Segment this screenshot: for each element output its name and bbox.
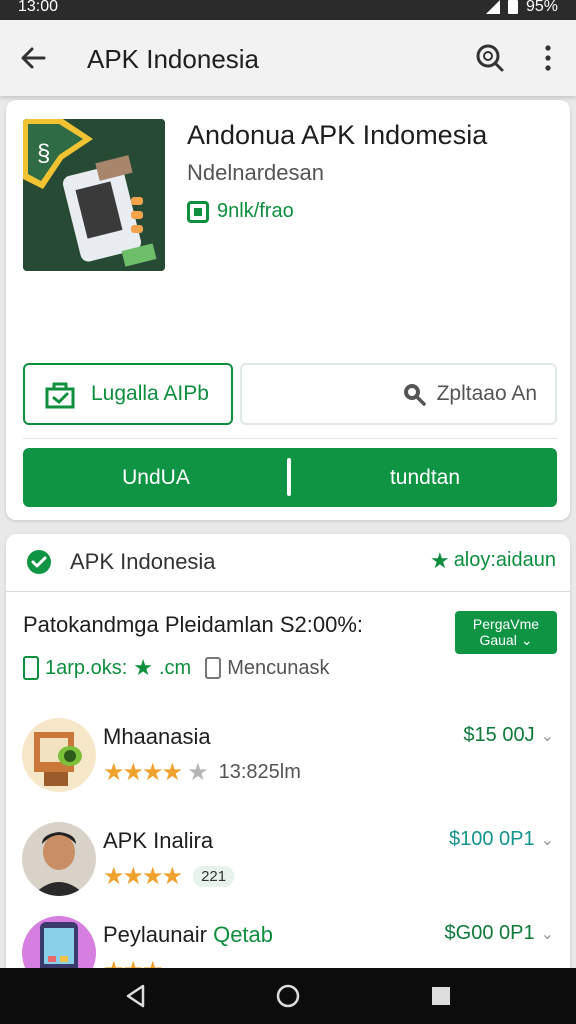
status-bar: 13:00 95% xyxy=(0,0,576,20)
download-right-label[interactable]: tundtan xyxy=(293,448,557,507)
badge-box-icon xyxy=(187,200,209,223)
meta-link-suffix: .cm xyxy=(159,656,192,679)
button-separator xyxy=(287,458,291,496)
bag-check-icon xyxy=(45,382,75,409)
avatar-illustration xyxy=(22,718,96,792)
price[interactable]: $G00 0P1 ⌄ xyxy=(445,922,554,945)
search-icon xyxy=(403,384,426,406)
meta-link-label: 1arp.oks: xyxy=(45,656,128,679)
select-label: PergaVme xyxy=(472,616,540,632)
star-empty-icon: ★ xyxy=(187,759,208,786)
search-icon[interactable] xyxy=(472,42,508,74)
price-value: $15 00J xyxy=(463,724,535,746)
save-apk-label: Lugalla AIPb xyxy=(91,382,209,405)
app-detail-card: § Andonua APK Indomesia Ndelnardesan 9nl… xyxy=(6,100,570,520)
developer-name[interactable]: Ndelnardesan xyxy=(187,160,324,186)
status-time: 13:00 xyxy=(18,0,59,15)
price-value: $G00 0P1 xyxy=(444,922,535,944)
more-vert-icon[interactable] xyxy=(534,42,562,74)
listing-card: APK Indonesia ★ aloy:aidaun Patokandmga … xyxy=(6,534,570,1024)
star-icon: ★★★★ xyxy=(103,759,183,786)
page-title: APK Indonesia xyxy=(87,44,260,74)
list-item-name: Peylaunair Qetab xyxy=(103,922,274,947)
app-bar: APK Indonesia xyxy=(0,20,576,96)
chevron-down-icon: ⌄ xyxy=(540,727,554,745)
price-value: $100 0P1 xyxy=(448,828,535,850)
battery-icon xyxy=(507,0,518,14)
star-icon: ★ xyxy=(429,547,450,573)
list-item-name: APK Inalira xyxy=(103,828,214,853)
section-header: APK Indonesia ★ aloy:aidaun xyxy=(6,534,570,590)
save-apk-button[interactable]: Lugalla AIPb xyxy=(23,363,233,425)
price[interactable]: $100 0P1 ⌄ xyxy=(449,828,554,851)
promo-text: Patokandmga Pleidamlan S2:00%: xyxy=(23,612,363,637)
meta-row: 1arp.oks: ★ .cm Mencunask xyxy=(23,656,330,680)
divider xyxy=(23,438,557,439)
meta-link[interactable]: 1arp.oks: ★ .cm xyxy=(23,656,191,680)
rating-meta: 13:825lm xyxy=(218,761,301,783)
rating-stars: ★★★★ ★ 13:825lm xyxy=(103,758,301,787)
section-filter-label: aloy:aidaun xyxy=(453,549,556,571)
star-icon: ★★★★ xyxy=(103,863,183,890)
price[interactable]: $15 00J ⌄ xyxy=(463,724,554,747)
phone-icon xyxy=(205,657,222,679)
rating-count-badge: 221 xyxy=(193,866,235,887)
meta-muted-label: Mencunask xyxy=(227,656,330,679)
star-icon: ★ xyxy=(133,655,153,680)
svg-text:§: § xyxy=(37,140,50,167)
nav-back-icon[interactable] xyxy=(123,983,149,1009)
list-item[interactable]: Mhaanasia ★★★★ ★ 13:825lm $15 00J ⌄ xyxy=(6,718,570,808)
avatar xyxy=(22,718,96,792)
chevron-down-icon: ⌄ xyxy=(540,925,554,943)
phone-icon xyxy=(23,656,39,680)
rating-stars: ★★★★ 221 xyxy=(103,862,235,891)
app-badge: 9nlk/frao xyxy=(187,200,294,223)
search-apk-label: Zpltaao An xyxy=(436,382,537,405)
app-icon-art: § xyxy=(23,119,165,271)
system-nav-bar xyxy=(0,968,576,1024)
select-sub-label: Gaual xyxy=(479,632,517,648)
status-icons: 95% xyxy=(485,0,558,17)
avatar xyxy=(22,822,96,896)
search-apk-button[interactable]: Zpltaao An xyxy=(240,363,557,425)
chevron-down-icon: ⌄ xyxy=(520,632,533,648)
app-icon: § xyxy=(23,119,165,271)
download-left-label[interactable]: UndUA xyxy=(23,448,289,507)
badge-label: 9nlk/frao xyxy=(217,200,294,222)
section-filter-link[interactable]: ★ aloy:aidaun xyxy=(430,549,556,572)
signal-icon xyxy=(485,0,500,14)
list-item-name: Mhaanasia xyxy=(103,724,211,749)
battery-percent: 95% xyxy=(525,0,558,15)
download-button[interactable]: UndUA tundtan xyxy=(23,448,557,507)
select-button[interactable]: PergaVme Gaual ⌄ xyxy=(455,611,557,654)
check-circle-icon xyxy=(27,550,51,574)
avatar-illustration xyxy=(22,822,96,896)
nav-home-icon[interactable] xyxy=(275,983,301,1009)
divider xyxy=(6,591,570,592)
chevron-down-icon: ⌄ xyxy=(540,831,554,849)
back-arrow-icon[interactable] xyxy=(16,42,50,74)
section-title: APK Indonesia xyxy=(70,549,216,574)
list-item[interactable]: APK Inalira ★★★★ 221 $100 0P1 ⌄ xyxy=(6,822,570,912)
meta-muted[interactable]: Mencunask xyxy=(205,656,330,680)
app-name: Andonua APK Indomesia xyxy=(187,120,488,150)
nav-recent-icon[interactable] xyxy=(431,986,451,1006)
